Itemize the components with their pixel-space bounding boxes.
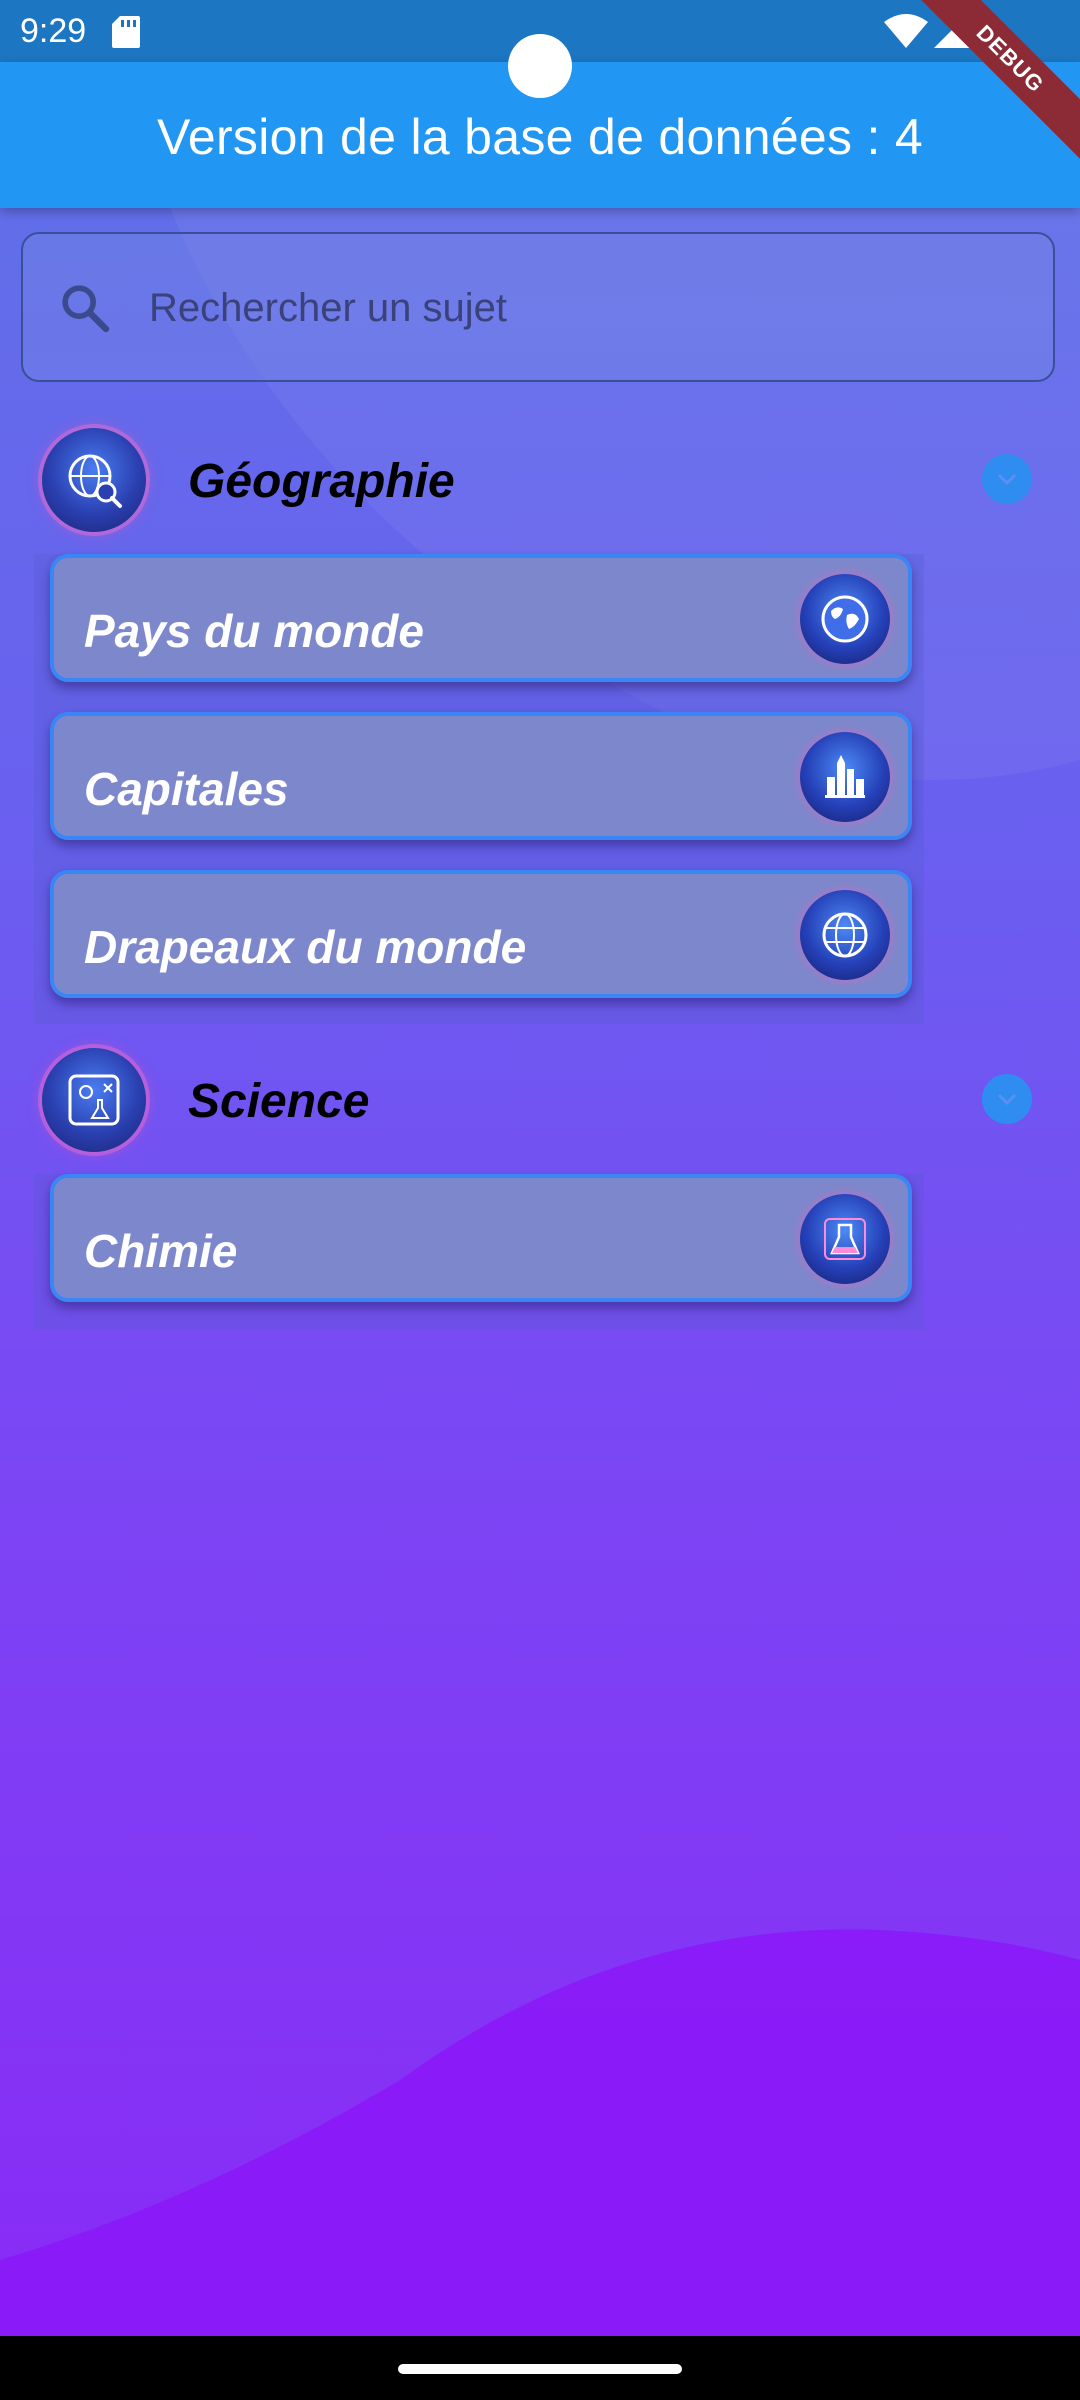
- search-box[interactable]: [21, 232, 1055, 382]
- flask-icon: [800, 1194, 890, 1284]
- subject-card-pays-du-monde[interactable]: Pays du monde: [50, 554, 912, 682]
- chevron-down-icon: [997, 1093, 1017, 1106]
- status-time: 9:29: [20, 12, 87, 50]
- app-screen: 9:29 Version de la base de données : 4 D…: [0, 0, 1080, 2400]
- search-input[interactable]: [147, 274, 1011, 342]
- search-icon: [62, 285, 110, 333]
- expand-button[interactable]: [982, 1074, 1032, 1124]
- subject-card-chimie[interactable]: Chimie: [50, 1174, 912, 1302]
- subject-list: Chimie: [34, 1174, 924, 1330]
- category-science: Science Chimie: [0, 1048, 1080, 1348]
- camera-cutout: [508, 34, 572, 98]
- category-title: Science: [188, 1075, 370, 1128]
- subject-list: Pays du monde Capitales Drapeaux du mond…: [34, 554, 924, 1024]
- flag-globe-icon: [800, 890, 890, 980]
- navigation-bar: [0, 2336, 1080, 2400]
- subject-label: Capitales: [84, 763, 289, 815]
- sd-card-icon: [112, 16, 140, 48]
- subject-label: Chimie: [84, 1225, 238, 1277]
- wifi-icon: [884, 14, 928, 48]
- subject-label: Pays du monde: [84, 605, 424, 657]
- subject-card-drapeaux-du-monde[interactable]: Drapeaux du monde: [50, 870, 912, 998]
- subject-card-capitales[interactable]: Capitales: [50, 712, 912, 840]
- science-lab-icon: [42, 1048, 146, 1152]
- globe-search-icon: [42, 428, 146, 532]
- category-title: Géographie: [188, 455, 455, 508]
- subject-label: Drapeaux du monde: [84, 921, 527, 973]
- expand-button[interactable]: [982, 454, 1032, 504]
- world-map-icon: [800, 574, 890, 664]
- home-indicator[interactable]: [398, 2364, 682, 2374]
- chevron-down-icon: [997, 473, 1017, 486]
- city-skyline-icon: [800, 732, 890, 822]
- page-title: Version de la base de données : 4: [156, 109, 924, 165]
- category-geographie: Géographie Pays du monde Capitales Drape…: [0, 428, 1080, 1028]
